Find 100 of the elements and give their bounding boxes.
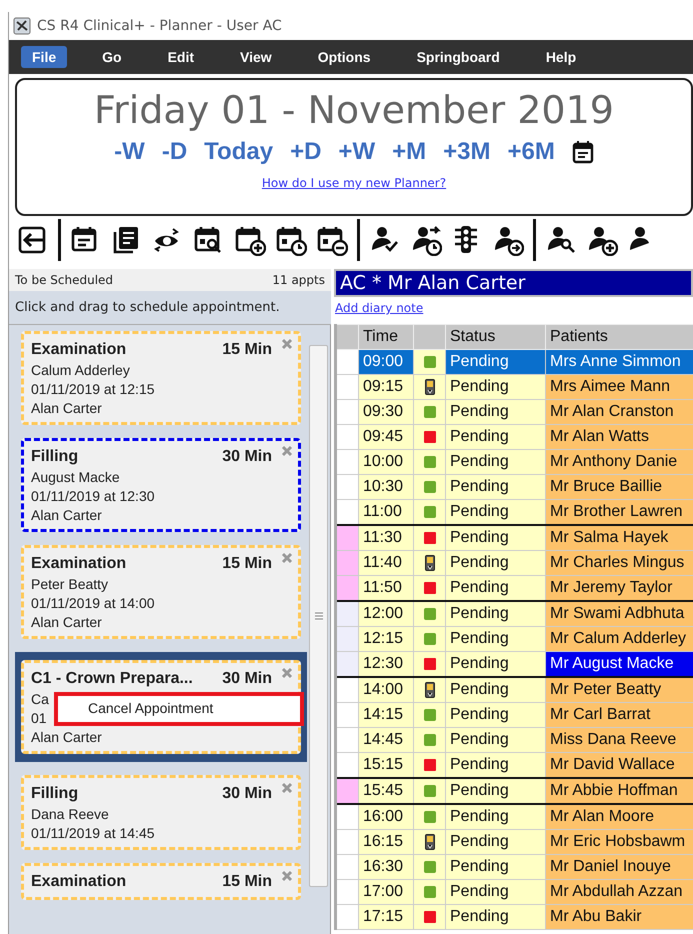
calendar-add-icon[interactable]: [234, 224, 266, 256]
status-cell[interactable]: Pending: [446, 350, 546, 374]
patient-cell[interactable]: Mr Anthony Danie: [546, 450, 693, 474]
status-cell[interactable]: Pending: [446, 652, 546, 677]
patient-cell[interactable]: Mr Bruce Baillie: [546, 474, 693, 500]
time-cell[interactable]: 11:00: [358, 500, 414, 525]
patient-cell[interactable]: Mr Alan Moore: [546, 804, 693, 830]
date-nav-link[interactable]: -W: [114, 138, 145, 166]
patient-cell[interactable]: Mrs Aimee Mann: [546, 374, 693, 400]
patient-cell[interactable]: Miss Dana Reeve: [546, 728, 693, 752]
date-nav-link[interactable]: +M: [392, 138, 426, 166]
status-cell[interactable]: Pending: [446, 424, 546, 450]
clinician-bar[interactable]: AC * Mr Alan Carter: [334, 269, 693, 297]
status-cell[interactable]: Pending: [446, 450, 546, 474]
column-header[interactable]: Status: [446, 324, 546, 350]
status-cell[interactable]: Pending: [446, 550, 546, 576]
patient-cell[interactable]: Mr Calum Adderley: [546, 626, 693, 652]
person-add-icon[interactable]: [586, 224, 618, 256]
patient-cell[interactable]: Mr Brother Lawren: [546, 500, 693, 525]
patient-cell[interactable]: Mr Eric Hobsbawm: [546, 830, 693, 854]
time-cell[interactable]: 12:30: [358, 652, 414, 677]
status-cell[interactable]: Pending: [446, 702, 546, 728]
menu-item[interactable]: Go: [91, 46, 133, 68]
menu-item[interactable]: Cancel Appointment: [88, 700, 300, 716]
patient-cell[interactable]: Mr Jeremy Taylor: [546, 576, 693, 601]
time-cell[interactable]: 14:00: [358, 677, 414, 702]
appointment-card[interactable]: Examination 15 Min Calum Adderley 01/11/2019 at 12:15 Alan Carter: [21, 331, 301, 425]
appointment-card[interactable]: Examination 15 Min Peter Beatty 01/11/2019 at 14:00 Alan Carter: [21, 545, 301, 639]
date-nav-link[interactable]: Today: [204, 138, 274, 166]
status-cell[interactable]: Pending: [446, 778, 546, 804]
appointment-card[interactable]: Filling 30 Min August Macke 01/11/2019 at 12:30 Alan Carter: [21, 438, 301, 532]
status-cell[interactable]: Pending: [446, 804, 546, 830]
status-cell[interactable]: Pending: [446, 677, 546, 702]
appointment-card[interactable]: C1 - Crown Prepara... 30 Min Ca Cancel Appointment 01 Alan Carter: [21, 660, 301, 754]
date-nav-link[interactable]: +D: [290, 138, 322, 166]
status-cell[interactable]: Pending: [446, 576, 546, 601]
patient-cell[interactable]: Mr Daniel Inouye: [546, 854, 693, 880]
patient-cell[interactable]: Mr Abu Bakir: [546, 904, 693, 930]
patient-cell[interactable]: Mr Alan Cranston: [546, 400, 693, 424]
time-cell[interactable]: 12:00: [358, 601, 414, 626]
menu-item[interactable]: Options: [306, 46, 382, 68]
date-nav-link[interactable]: +6M: [507, 138, 555, 166]
appointment-card[interactable]: Filling 30 Min Dana Reeve 01/11/2019 at 14:45: [21, 775, 301, 850]
time-cell[interactable]: 09:15: [358, 374, 414, 400]
time-cell[interactable]: 11:50: [358, 576, 414, 601]
patient-cell[interactable]: Mr Charles Mingus: [546, 550, 693, 576]
time-cell[interactable]: 09:00: [358, 350, 414, 374]
status-cell[interactable]: Pending: [446, 601, 546, 626]
time-cell[interactable]: 15:45: [358, 778, 414, 804]
menu-item[interactable]: Springboard: [406, 46, 511, 68]
time-cell[interactable]: 09:30: [358, 400, 414, 424]
menu-item[interactable]: View: [229, 46, 283, 68]
status-cell[interactable]: Pending: [446, 525, 546, 550]
status-cell[interactable]: Pending: [446, 626, 546, 652]
status-cell[interactable]: Pending: [446, 500, 546, 525]
date-nav-link[interactable]: +W: [338, 138, 376, 166]
time-cell[interactable]: 14:15: [358, 702, 414, 728]
person-arrow-icon[interactable]: [492, 224, 524, 256]
patient-cell[interactable]: Mrs Anne Simmon: [546, 350, 693, 374]
time-cell[interactable]: 16:00: [358, 804, 414, 830]
time-cell[interactable]: 11:40: [358, 550, 414, 576]
menu-item[interactable]: Help: [534, 46, 588, 68]
scrollbar[interactable]: [309, 345, 328, 887]
time-cell[interactable]: 10:00: [358, 450, 414, 474]
time-cell[interactable]: 14:45: [358, 728, 414, 752]
time-cell[interactable]: 17:00: [358, 880, 414, 904]
add-diary-note-link[interactable]: Add diary note: [335, 301, 424, 315]
menu-item[interactable]: File: [21, 46, 68, 68]
patient-cell[interactable]: Mr Abdullah Azzan: [546, 880, 693, 904]
calendar-remove-icon[interactable]: [316, 224, 348, 256]
status-cell[interactable]: Pending: [446, 474, 546, 500]
time-cell[interactable]: 17:15: [358, 904, 414, 930]
person-clock-icon[interactable]: [410, 224, 442, 256]
date-nav-link[interactable]: +3M: [443, 138, 490, 166]
status-cell[interactable]: Pending: [446, 400, 546, 424]
time-cell[interactable]: 16:15: [358, 830, 414, 854]
patient-cell[interactable]: Mr Peter Beatty: [546, 677, 693, 702]
status-cell[interactable]: Pending: [446, 904, 546, 930]
patient-cell[interactable]: Mr Salma Hayek: [546, 525, 693, 550]
time-cell[interactable]: 16:30: [358, 854, 414, 880]
patient-cell[interactable]: Mr Alan Watts: [546, 424, 693, 450]
status-cell[interactable]: Pending: [446, 880, 546, 904]
time-cell[interactable]: 15:15: [358, 752, 414, 778]
status-cell[interactable]: Pending: [446, 830, 546, 854]
patient-cell[interactable]: Mr David Wallace: [546, 752, 693, 778]
time-cell[interactable]: 12:15: [358, 626, 414, 652]
help-link[interactable]: How do I use my new Planner?: [262, 176, 446, 190]
column-header[interactable]: Time: [358, 324, 414, 350]
patient-cell[interactable]: Mr Abbie Hoffman: [546, 778, 693, 804]
patient-cell[interactable]: Mr Carl Barrat: [546, 702, 693, 728]
patient-cell[interactable]: Mr August Macke: [546, 652, 693, 677]
status-cell[interactable]: Pending: [446, 374, 546, 400]
calendar-icon[interactable]: [572, 140, 594, 164]
time-cell[interactable]: 09:45: [358, 424, 414, 450]
date-nav-link[interactable]: -D: [162, 138, 188, 166]
status-cell[interactable]: Pending: [446, 728, 546, 752]
time-cell[interactable]: 10:30: [358, 474, 414, 500]
patient-cell[interactable]: Mr Swami Adbhuta: [546, 601, 693, 626]
calendar-clock-icon[interactable]: [275, 224, 307, 256]
time-cell[interactable]: 11:30: [358, 525, 414, 550]
